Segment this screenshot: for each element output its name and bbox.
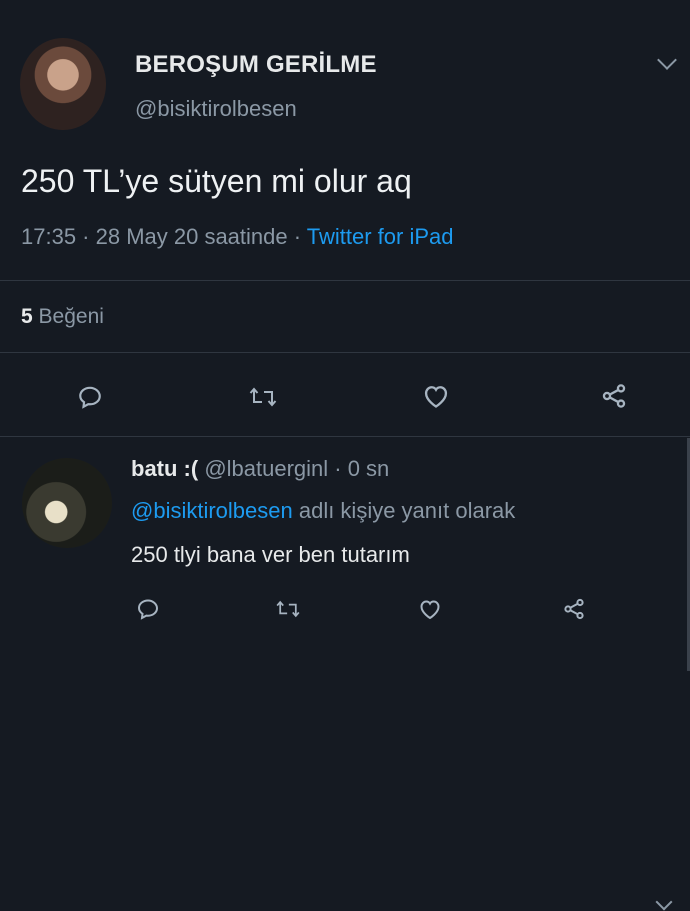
share-button[interactable] — [594, 378, 634, 414]
like-icon — [424, 386, 448, 408]
reply-icon — [79, 386, 101, 409]
tweet-source-link[interactable]: Twitter for iPad — [307, 224, 454, 249]
retweet-icon — [276, 600, 300, 618]
tweet-meta: 17:35 · 28 May 20 saatinde · Twitter for… — [21, 224, 454, 250]
main-tweet: BEROŞUM GERİLME @bisiktirolbesen 250 TL’… — [0, 0, 690, 437]
share-button[interactable] — [556, 593, 592, 625]
mention-link[interactable]: @bisiktirolbesen — [131, 498, 293, 523]
reply-icon — [137, 599, 159, 620]
chevron-down-icon[interactable] — [657, 50, 677, 70]
share-icon — [564, 598, 584, 620]
reply-display-name[interactable]: batu :( — [131, 456, 198, 481]
chevron-down-icon[interactable] — [655, 893, 673, 911]
reply-button[interactable] — [130, 594, 166, 624]
reply-context: @bisiktirolbesen adlı kişiye yanıt olara… — [131, 498, 515, 524]
retweet-button[interactable] — [270, 594, 306, 624]
reply-button[interactable] — [70, 380, 110, 414]
retweet-icon — [249, 387, 277, 407]
reply-text: 250 tlyi bana ver ben tutarım — [131, 542, 410, 567]
like-button[interactable] — [412, 593, 448, 625]
tweet-text: 250 TL’ye sütyen mi olur aq — [21, 163, 412, 199]
likes-count[interactable]: 5 Beğeni — [21, 305, 104, 329]
divider — [0, 352, 690, 353]
reply-tweet[interactable]: batu :( @lbatuerginl · 0 sn @bisiktirolb… — [0, 438, 690, 911]
reply-handle-time: @lbatuerginl · 0 sn — [198, 456, 390, 481]
display-name[interactable]: BEROŞUM GERİLME — [135, 51, 377, 79]
like-button[interactable] — [416, 378, 456, 414]
avatar[interactable] — [20, 38, 106, 130]
like-icon — [420, 600, 440, 620]
divider — [0, 436, 690, 437]
user-handle[interactable]: @bisiktirolbesen — [135, 96, 297, 122]
reply-to-label: adlı kişiye yanıt olarak — [292, 498, 516, 523]
retweet-button[interactable] — [243, 380, 283, 414]
share-icon — [602, 384, 626, 408]
avatar[interactable] — [22, 458, 112, 548]
tweet-timestamp: 17:35 · 28 May 20 saatinde · — [21, 224, 307, 249]
likes-label: Beğeni — [32, 305, 104, 328]
divider — [0, 280, 690, 281]
likes-number: 5 — [21, 305, 33, 328]
reply-header: batu :( @lbatuerginl · 0 sn — [131, 456, 389, 482]
